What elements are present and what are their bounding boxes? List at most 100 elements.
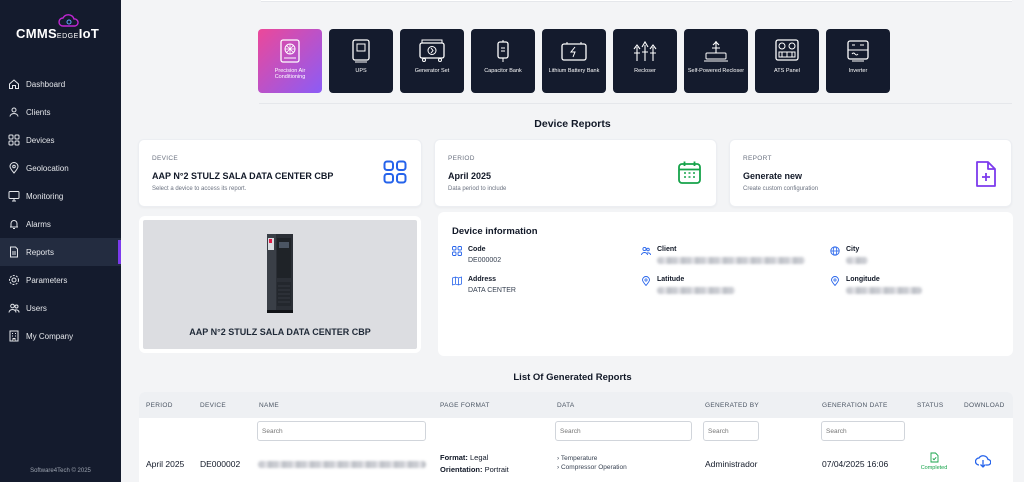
map-icon — [452, 276, 462, 286]
device-type-generator-set[interactable]: Generator Set — [400, 29, 464, 93]
client-label: Client — [657, 246, 677, 253]
city-label: City — [846, 246, 860, 253]
device-information-card: Device information Code DE000002 Client … — [438, 212, 1013, 356]
generated-reports-table: PERIOD DEVICE NAME PAGE FORMAT DATA GENE… — [139, 392, 1013, 482]
latitude-value-redacted — [657, 287, 735, 296]
grid-icon — [383, 160, 407, 184]
client-value-redacted — [657, 257, 805, 266]
column-header-generation-date: GENERATION DATE — [822, 402, 888, 409]
column-header-data: DATA — [557, 402, 575, 409]
sidebar-item-label: Devices — [26, 135, 55, 145]
device-type-lithium-battery-bank[interactable]: Lithium Battery Bank — [542, 29, 606, 93]
row-device: DE000002 — [200, 459, 241, 469]
report-card-key: REPORT — [743, 155, 772, 162]
format-label: Format: — [440, 453, 468, 462]
sidebar-item-parameters[interactable]: Parameters — [0, 266, 121, 294]
clients-icon — [8, 106, 20, 118]
battery-icon — [561, 42, 587, 61]
sidebar-item-label: Dashboard — [26, 79, 66, 89]
column-header-generated-by: GENERATED BY — [705, 402, 760, 409]
sidebar-item-dashboard[interactable]: Dashboard — [0, 70, 121, 98]
device-card-key: DEVICE — [152, 155, 179, 162]
latitude-label: Latitude — [657, 276, 685, 283]
air-conditioning-icon — [280, 39, 300, 63]
device-type-precision-air-conditioning[interactable]: Precision Air Conditioning — [258, 29, 322, 93]
location-pin-icon — [831, 276, 839, 286]
sidebar-item-clients[interactable]: Clients — [0, 98, 121, 126]
status-badge: Completed — [920, 465, 948, 471]
period-card-sub: Data period to include — [448, 186, 507, 192]
device-type-label: Precision Air Conditioning — [274, 68, 306, 81]
device-type-ups[interactable]: UPS — [329, 29, 393, 93]
column-header-page-format: PAGE FORMAT — [440, 402, 490, 409]
row-generation-date: 07/04/2025 16:06 — [822, 459, 889, 469]
device-type-label: Capacitor Bank — [484, 68, 522, 74]
longitude-label: Longitude — [846, 276, 880, 283]
city-value-redacted — [846, 257, 868, 266]
download-button[interactable] — [974, 454, 992, 470]
brand-name-edge: EDGE — [56, 33, 79, 40]
calendar-icon — [678, 161, 701, 184]
device-card-value: AAP N°2 STULZ SALA DATA CENTER CBP — [152, 171, 334, 181]
location-pin-icon — [8, 162, 20, 174]
sidebar-item-monitoring[interactable]: Monitoring — [0, 182, 121, 210]
row-page-format: Format: Legal Orientation: Portrait — [440, 452, 509, 476]
building-icon — [8, 330, 20, 342]
brand-logo[interactable]: CMMSEDGEIoT — [16, 14, 111, 44]
code-label: Code — [468, 246, 486, 253]
ups-icon — [352, 39, 370, 63]
sidebar-item-my-company[interactable]: My Company — [0, 322, 121, 350]
main-content: Precision Air Conditioning UPS Generator… — [121, 0, 1024, 482]
period-select-card[interactable]: PERIOD April 2025 Data period to include — [434, 139, 717, 207]
device-type-inverter[interactable]: Inverter — [826, 29, 890, 93]
device-type-label: ATS Panel — [774, 68, 800, 74]
device-card-sub: Select a device to access its report. — [152, 186, 247, 192]
device-select-card[interactable]: DEVICE AAP N°2 STULZ SALA DATA CENTER CB… — [138, 139, 422, 207]
sidebar-item-users[interactable]: Users — [0, 294, 121, 322]
device-type-label: Lithium Battery Bank — [548, 68, 600, 74]
device-type-self-powered-recloser[interactable]: Self-Powered Recloser — [684, 29, 748, 93]
longitude-value-redacted — [846, 287, 922, 296]
device-image-card: AAP N°2 STULZ SALA DATA CENTER CBP — [139, 216, 421, 353]
table-header: PERIOD DEVICE NAME PAGE FORMAT DATA GENE… — [139, 392, 1013, 418]
row-period: April 2025 — [146, 459, 185, 469]
location-pin-icon — [642, 276, 650, 286]
device-type-label: Self-Powered Recloser — [687, 68, 745, 74]
sidebar-item-label: Parameters — [26, 275, 68, 285]
row-name-redacted — [258, 460, 426, 470]
grid-icon — [8, 134, 20, 146]
generate-report-card[interactable]: REPORT Generate new Create custom config… — [729, 139, 1012, 207]
generated-by-search-input[interactable] — [703, 421, 759, 441]
new-file-icon — [976, 161, 996, 187]
data-search-input[interactable] — [555, 421, 692, 441]
device-type-capacitor-bank[interactable]: Capacitor Bank — [471, 29, 535, 93]
address-value: DATA CENTER — [468, 287, 516, 294]
grid-icon — [452, 246, 462, 256]
name-search-input[interactable] — [257, 421, 426, 441]
sidebar-item-geolocation[interactable]: Geolocation — [0, 154, 121, 182]
sidebar-item-devices[interactable]: Devices — [0, 126, 121, 154]
device-type-label: Inverter — [848, 68, 868, 74]
device-type-ats-panel[interactable]: ATS Panel — [755, 29, 819, 93]
generation-date-search-input[interactable] — [821, 421, 905, 441]
clients-icon — [641, 246, 651, 256]
column-header-download: DOWNLOAD — [964, 402, 1005, 409]
home-icon — [8, 78, 20, 90]
sidebar-item-label: Monitoring — [26, 191, 64, 201]
sidebar-footer: Software4Tech © 2025 — [30, 468, 91, 474]
generated-reports-title: List Of Generated Reports — [513, 372, 632, 383]
column-header-name: NAME — [259, 402, 279, 409]
globe-icon — [830, 246, 840, 256]
address-label: Address — [468, 276, 497, 283]
sidebar-item-alarms[interactable]: Alarms — [0, 210, 121, 238]
brand-name: CMMSEDGEIoT — [16, 26, 99, 41]
gear-icon — [8, 274, 20, 286]
device-type-label: Generator Set — [414, 68, 450, 74]
column-header-device: DEVICE — [200, 402, 227, 409]
device-type-recloser[interactable]: Recloser — [613, 29, 677, 93]
sidebar-item-reports[interactable]: Reports — [0, 238, 121, 266]
period-card-value: April 2025 — [448, 171, 492, 181]
cloud-download-icon — [974, 455, 992, 468]
row-status: Completed — [916, 452, 952, 472]
orientation-label: Orientation: — [440, 465, 483, 474]
